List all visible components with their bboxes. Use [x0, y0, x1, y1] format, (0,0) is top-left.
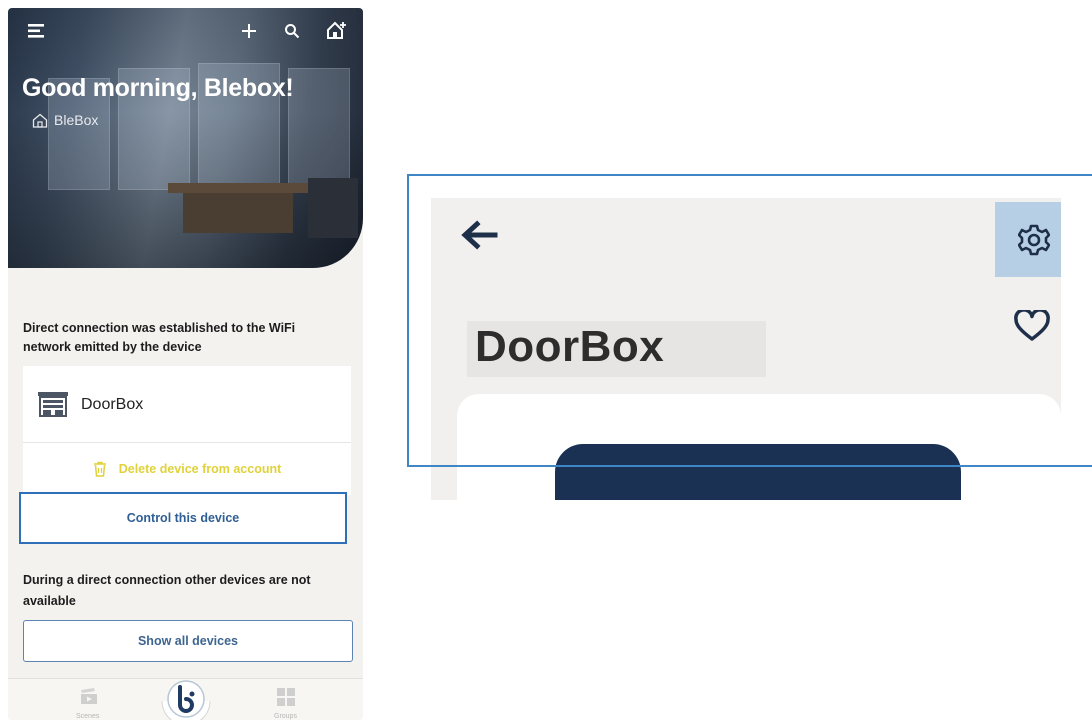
other-devices-message: During a direct connection other devices…: [23, 573, 311, 608]
delete-device-button[interactable]: Delete device from account: [23, 443, 351, 495]
desk-decor: [183, 193, 293, 233]
window-decor: [288, 68, 350, 190]
nav-scenes-label: Scenes: [76, 713, 100, 720]
nav-groups-label: Groups: [274, 713, 297, 720]
desk-decor: [168, 183, 308, 193]
phone-screen: Good morning, Blebox! BleBox Direct conn…: [8, 8, 363, 720]
add-home-icon[interactable]: [326, 20, 348, 40]
device-name: DoorBox: [81, 396, 144, 413]
menu-icon[interactable]: [28, 24, 46, 38]
show-all-devices-button[interactable]: Show all devices: [23, 620, 353, 662]
search-icon[interactable]: [284, 23, 300, 39]
delete-device-label: Delete device from account: [118, 462, 282, 476]
direct-connection-message: Direct connection was established to the…: [23, 321, 296, 354]
trash-icon: [93, 461, 106, 477]
groups-icon[interactable]: [276, 687, 296, 707]
doorbox-device-icon: [38, 392, 68, 417]
device-card[interactable]: DoorBox: [23, 366, 351, 443]
header-hero: Good morning, Blebox! BleBox: [8, 8, 363, 268]
home-icon: [32, 113, 48, 128]
scenes-icon[interactable]: [80, 687, 98, 705]
bottom-navigation: Scenes Groups: [8, 678, 363, 720]
blebox-logo-icon[interactable]: [158, 673, 214, 720]
highlight-frame: [407, 174, 1092, 467]
home-name: BleBox: [54, 112, 99, 128]
greeting-title: Good morning, Blebox!: [22, 74, 294, 102]
home-selector[interactable]: BleBox: [32, 112, 98, 128]
plus-icon[interactable]: [240, 22, 258, 40]
chair-decor: [308, 178, 358, 238]
control-device-button[interactable]: Control this device: [19, 492, 347, 544]
